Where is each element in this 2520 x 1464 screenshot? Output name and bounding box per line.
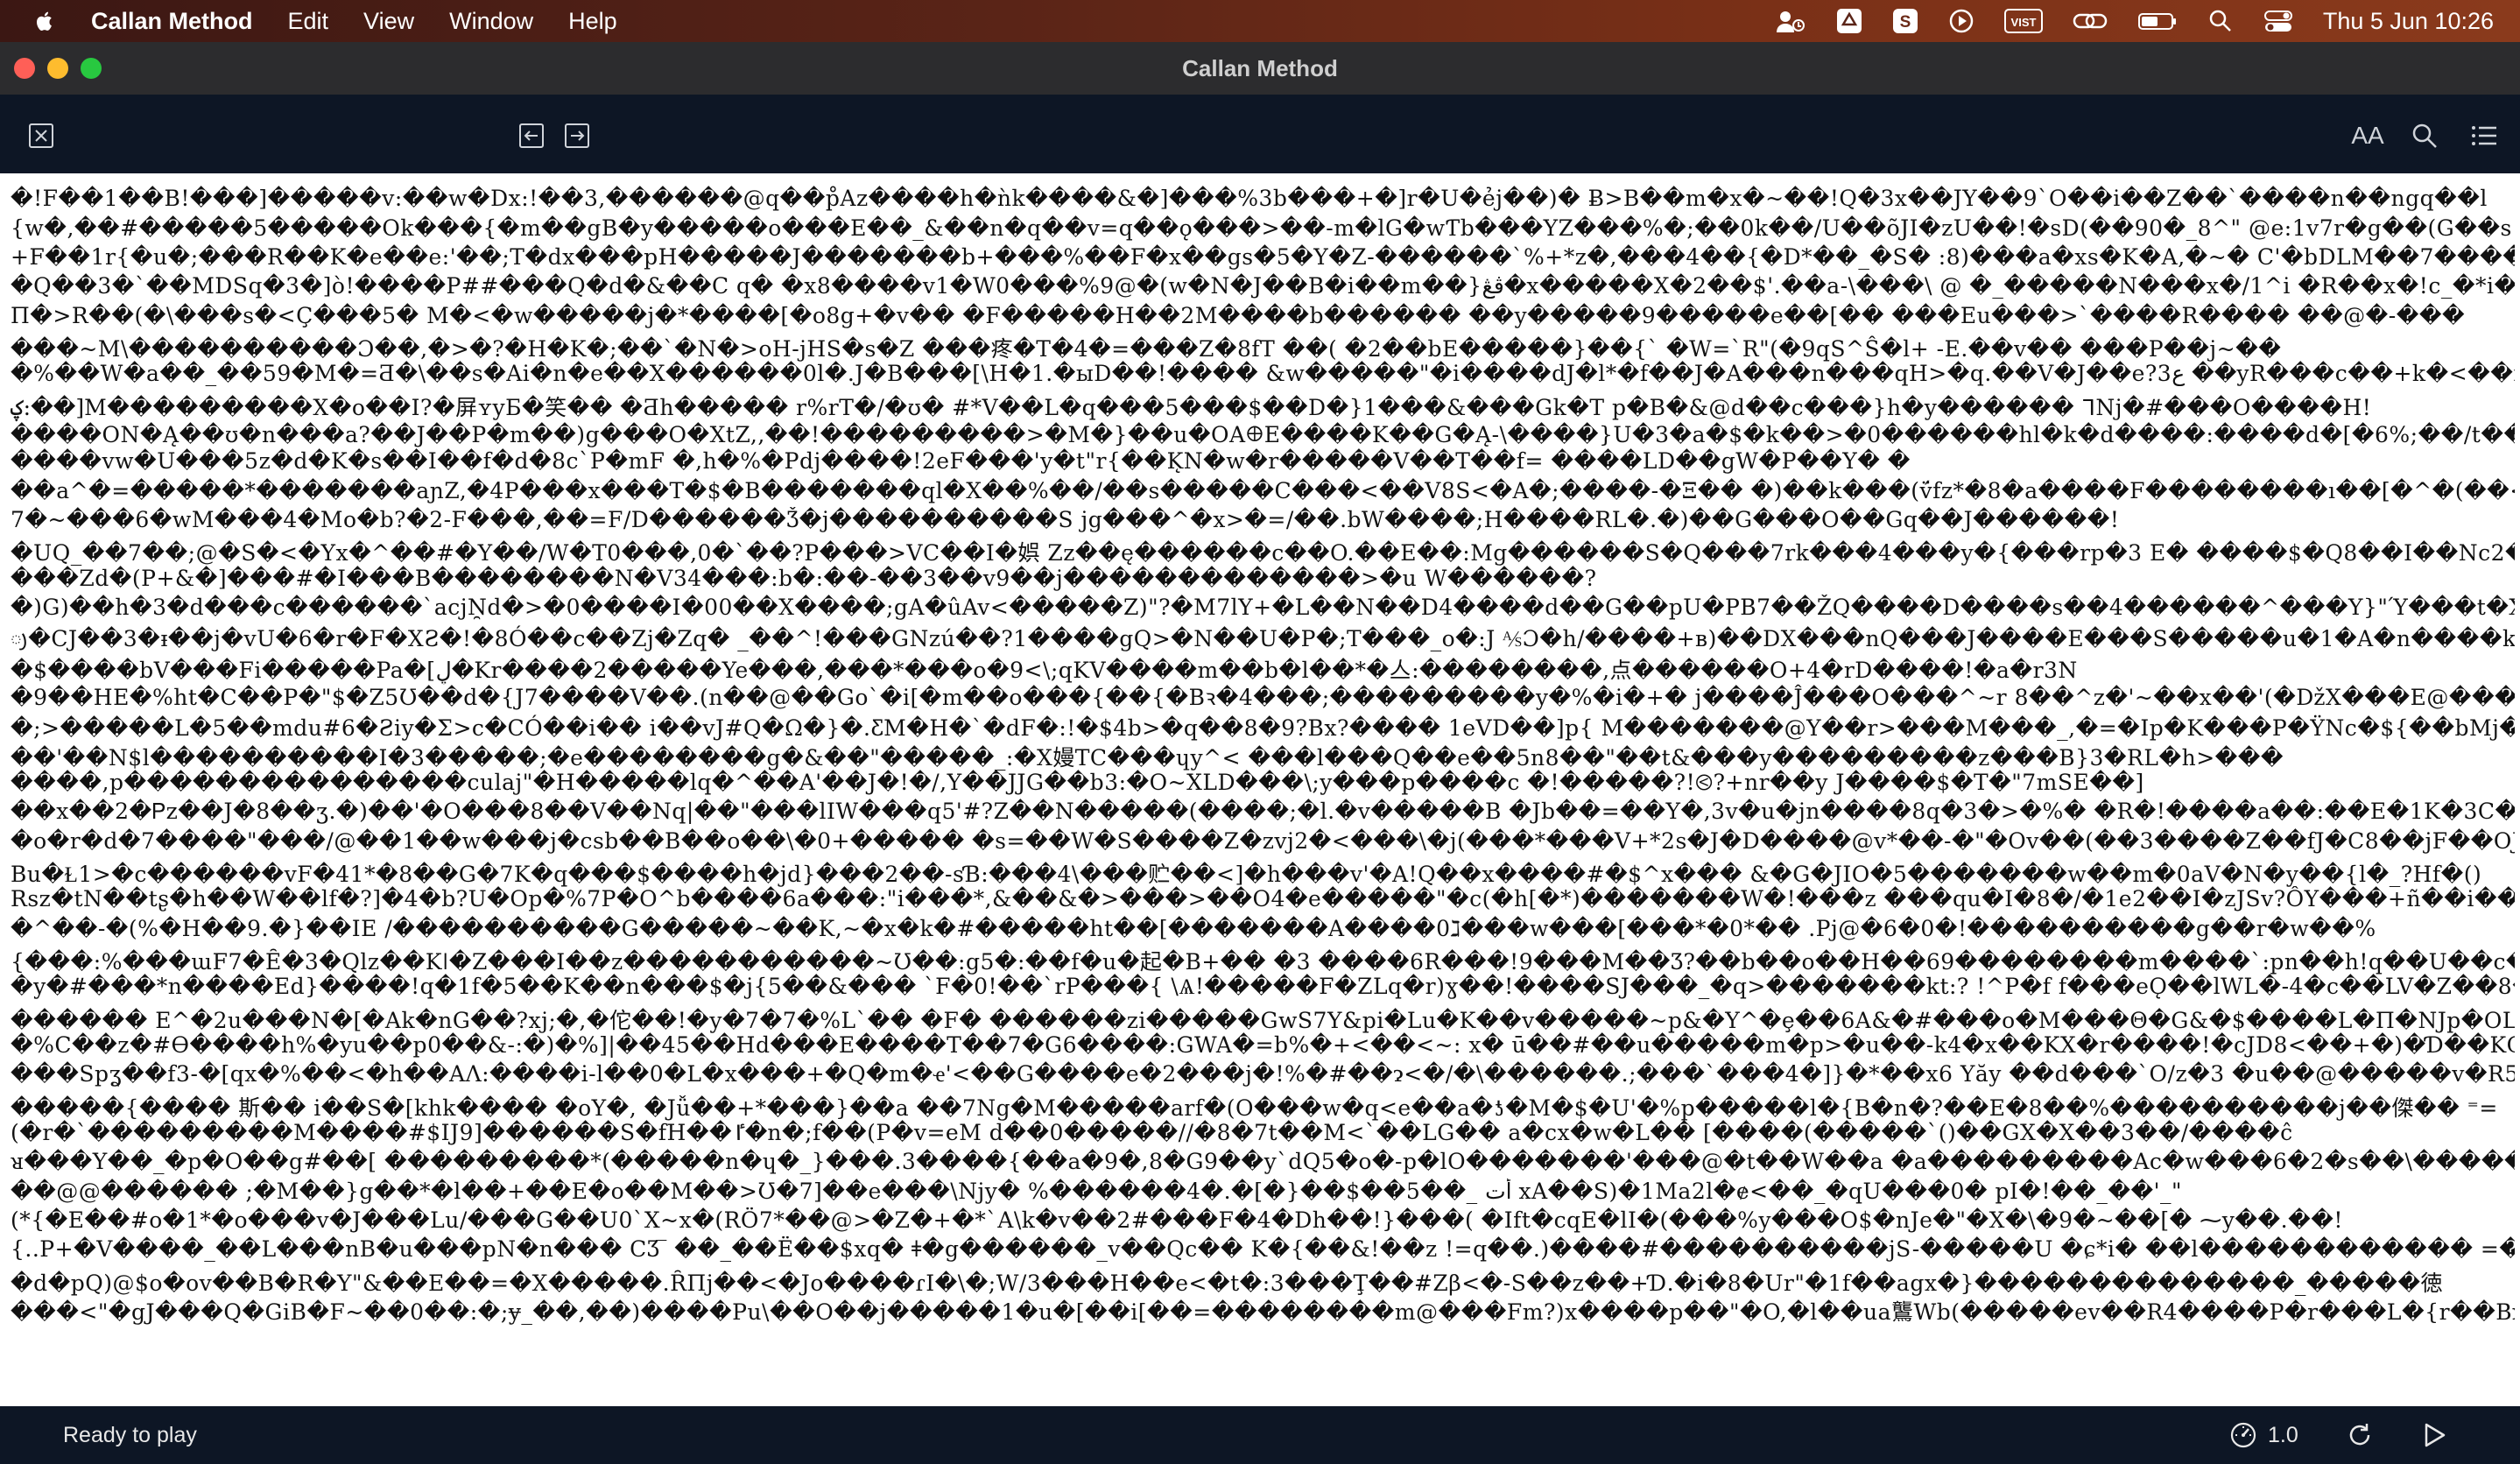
playback-speed-button[interactable]: 1.0: [2229, 1420, 2298, 1450]
battery-icon[interactable]: [2137, 8, 2178, 34]
text-line: ���Spʓ��f3-�[qx�%��<�h��AɅ:����i-l��0�L�…: [11, 1061, 2515, 1087]
list-icon: [2472, 126, 2496, 145]
window-title: Callan Method: [1182, 55, 1338, 81]
menu-edit[interactable]: Edit: [288, 8, 329, 35]
text-line: ����ON�Ą��ʊ�n���a?��J��P�m��)g���O�XtZ,,…: [11, 422, 2515, 447]
text-line: ����vw�U���5z�d�K�s��I��f�d�8c`P�mF �,h�…: [11, 448, 1911, 474]
previous-button[interactable]: [517, 121, 546, 151]
text-line: {���:%���ɯF7�Ȇ�3�Qlz��Kǀ�Z���I��z�������…: [11, 949, 2515, 975]
text-line: (*{�E��#o�1*�o���v�J���Lu/���G��U0`X~x�(…: [11, 1207, 2343, 1233]
search-icon: [2412, 123, 2437, 148]
menu-help[interactable]: Help: [568, 8, 617, 35]
close-book-button[interactable]: [26, 121, 56, 151]
text-line: Rsz�tN��tʂ�h��W��lf�?]�4�b?U�Op�%7P�O^b�…: [11, 886, 2515, 911]
text-line: ��'��N$l����������I�3�����;�e��������g�&…: [11, 745, 2284, 771]
text-line: Π�>R��(�\���s�<Ç���5� M�<�w�����j�*����[…: [11, 303, 2466, 328]
drive-icon[interactable]: [1836, 8, 1862, 34]
play-button[interactable]: [2417, 1418, 2450, 1452]
text-line: �%C��z�#Ɵ����h%�yu��p0��&-:�)�%]|��45��H…: [11, 1032, 2515, 1058]
svg-text:S: S: [1900, 13, 1911, 32]
playback-status: Ready to play: [63, 1423, 197, 1447]
text-line: 7�~���6�wM���4�Mo�b?�2-F���,��=F/D������…: [11, 507, 2120, 532]
text-line: ��@@������ ;�M��}g��*�l��+��E�o��M��>Ʊ�7…: [11, 1179, 2182, 1204]
search-icon[interactable]: [2207, 8, 2234, 34]
text-size-icon: AA: [2351, 122, 2384, 149]
apple-menu-icon[interactable]: [32, 8, 58, 34]
replay-icon: [2349, 1424, 2370, 1446]
status-tray: S VIST Thu 5 Jun 10:26: [1745, 0, 2494, 42]
text-line: ���<"�gJ���Q�GiB�F~��0��:�;ɏ_��,��)����P…: [11, 1299, 2515, 1325]
text-line: �o�r�d�7����"���/@��1��w���j�csb��B��o��…: [11, 828, 2515, 854]
text-line: �^��-�(%�H��9.�}��IE /����������G�����~�…: [11, 916, 2376, 941]
voice-control-icon[interactable]: [1775, 8, 1806, 34]
play-icon: [2425, 1423, 2446, 1447]
text-line: �;>�����L�5��mdu#6�Ƨiy�Σ>c�CÓ��i�� i��vJ…: [11, 715, 2515, 741]
speedometer-icon: [2230, 1422, 2256, 1448]
text-line: �Q��3�`��MDSq�3�]ò!����P##���Q�d�&��C q�…: [11, 273, 2515, 299]
text-line: �9��HE�%ht�C��P�"$�Z5Ʊ��d�{J7����V��.(n�…: [11, 685, 2515, 710]
link-icon[interactable]: [2073, 8, 2108, 34]
text-line: �d�pQ)@$o�ov��B�R�Y"&��E��=�X�����.ȒΠj��…: [11, 1270, 2444, 1296]
arrow-right-box-icon: [565, 123, 589, 148]
reader-toolbar: AA: [0, 95, 2520, 173]
window-titlebar: Callan Method: [0, 42, 2520, 95]
text-line: {..P+�V����_��L���nB�u���pN�n��� CƷ ̅ ��…: [11, 1236, 2515, 1262]
app-name-menu[interactable]: Callan Method: [91, 8, 253, 35]
text-line: ��x��2�Ꮲz��J�8��ʒ.�)��'�O���8��V��Nq|��"…: [11, 799, 2515, 824]
svg-text:VIST: VIST: [2010, 16, 2036, 29]
s-app-icon[interactable]: S: [1892, 8, 1918, 34]
text-line: �UQ_��7��;@�S�<�Yx�^��#�Y��/W�T0���,0�`�…: [11, 540, 2515, 566]
play-circle-icon[interactable]: [1948, 8, 1974, 34]
next-button[interactable]: [562, 121, 592, 151]
menu-bar: Callan Method Edit View Window Help S VI…: [0, 0, 2520, 42]
text-line: {w�,��#�����5�����Ok���{�m��gB�y�����o��…: [11, 215, 2512, 241]
arrow-left-box-icon: [519, 123, 544, 148]
text-line: ���Zd�(P+&�]���#�I���B��������N�V34���:b…: [11, 566, 1597, 591]
text-line: �y�#���*n����Ed}����!q�1f�5��K��n���$�j{…: [11, 974, 2515, 999]
text-line: ������ E^�2u���N�[�Ak�nG��?xj;�,�佗��!�y�…: [11, 1008, 2515, 1033]
control-center-icon[interactable]: [2263, 8, 2293, 34]
text-line: ؼ:��]M���������X�o��I?�屏ʏyƂ�笑�� �Ƌh�����…: [11, 395, 2372, 420]
table-of-contents-button[interactable]: [2469, 121, 2499, 151]
vist-icon[interactable]: VIST: [2003, 8, 2043, 34]
text-line: ���~M\����������Ɔ��,�>�?�H�K�;��`�N�>oH-…: [11, 336, 2282, 362]
document-text-area[interactable]: �!F��1��B!���]�����v:��w�Dx:!��3,������@…: [0, 173, 2520, 1406]
menubar-clock[interactable]: Thu 5 Jun 10:26: [2323, 8, 2494, 35]
text-line: ᴚ���Y��_�p�O��g#��[ ���������*(�����n�ɥ�…: [11, 1149, 2515, 1174]
close-box-icon: [29, 123, 53, 148]
replay-button[interactable]: [2343, 1418, 2376, 1452]
text-line: +F��1r{�u�;���R��K�e��e:'��;T�dx���pH���…: [11, 244, 2515, 270]
playback-speed-value: 1.0: [2268, 1422, 2298, 1447]
text-line: ��a^�=�����*�������aɲZ,�4P���x���T�$�B��…: [11, 478, 2515, 503]
text-line: �)G)��h�3�d���c������`acjN̯d�>�0����I�00…: [11, 595, 2515, 620]
text-line: �%��W�a��_��59�M�=Ƌ�\��s�Ai�n�e��X������…: [11, 361, 2515, 386]
text-line: ����,p���������������culaj"�H�����lq�^��…: [11, 770, 2144, 795]
text-line: Bu�Ɫ1>�c������vF�41*�8��G�7K�q���$����h�…: [11, 862, 2482, 887]
menu-window[interactable]: Window: [449, 8, 533, 35]
menu-view[interactable]: View: [363, 8, 414, 35]
text-line: �����{���� 斯�� i��S�[khk���� �oY�, �Jǚ��…: [11, 1095, 2498, 1121]
text-line: ᰪ�CJ��3�ᵻ��j�vU�6�r�F�XƧ�!�8Ó��c��Zj�Zq�…: [11, 626, 2515, 651]
search-button[interactable]: [2410, 121, 2439, 151]
text-size-button[interactable]: AA: [2348, 121, 2387, 151]
text-line: (�r�`���������M����#$IJ9]������S�fH��ٵ�n…: [11, 1120, 2293, 1145]
playback-bar: Ready to play 1.0: [0, 1406, 2520, 1464]
text-line: �$����bV���Fi�����Pa�[ڸ�Kr����2�����Ye��…: [11, 658, 2078, 683]
text-line: �!F��1��B!���]�����v:��w�Dx:!��3,������@…: [11, 186, 2488, 211]
